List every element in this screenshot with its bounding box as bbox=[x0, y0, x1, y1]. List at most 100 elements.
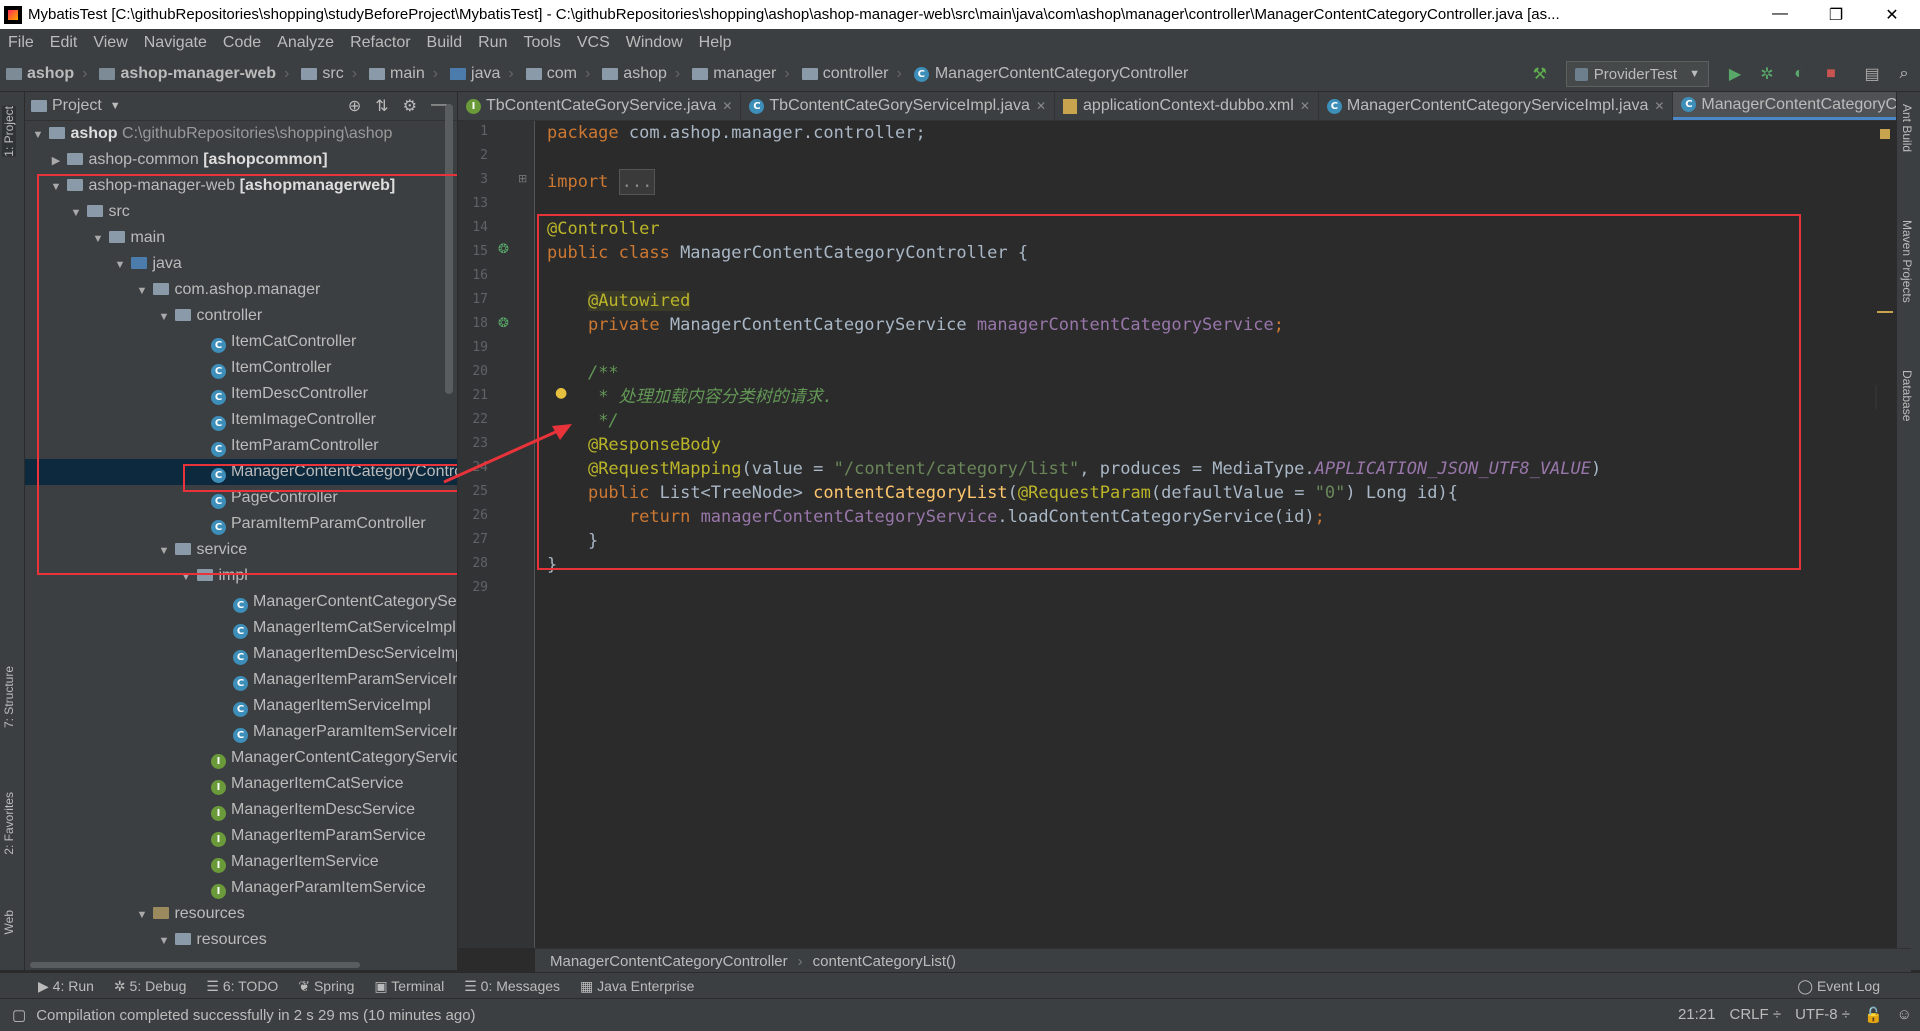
tool-run[interactable]: ▶ 4: Run bbox=[0, 978, 104, 995]
tree-item-class[interactable]: C ManagerItemServiceImpl bbox=[25, 693, 457, 719]
tree-item-interface[interactable]: I ManagerParamItemService bbox=[25, 875, 457, 901]
tab-project-tool[interactable]: 1: Project bbox=[2, 106, 16, 157]
collapse-all-icon[interactable]: ⇅ bbox=[375, 96, 388, 116]
project-view-select[interactable]: Project bbox=[52, 97, 102, 115]
crumb-java[interactable]: java › bbox=[444, 65, 520, 83]
expand-arrow-icon[interactable]: ▼ bbox=[31, 122, 45, 148]
editor-gutter[interactable]: 1 2 3 13 14 15 16 17 18 19 20 21 22 23 2… bbox=[458, 121, 535, 948]
tree-item-resources[interactable]: ▼ resources bbox=[25, 901, 457, 927]
spring-bean-icon[interactable]: ❂ bbox=[498, 242, 509, 257]
project-structure-icon[interactable]: ▤ bbox=[1861, 63, 1883, 85]
lock-icon[interactable]: 🔓 bbox=[1864, 1006, 1883, 1024]
crumb-manager[interactable]: manager › bbox=[686, 65, 795, 83]
tool-debug[interactable]: ✲ 5: Debug bbox=[104, 978, 196, 995]
crumb-com[interactable]: com › bbox=[520, 65, 597, 83]
menu-view[interactable]: View bbox=[85, 34, 135, 52]
crumb-ashop-pkg[interactable]: ashop › bbox=[596, 65, 686, 83]
menu-analyze[interactable]: Analyze bbox=[269, 34, 342, 52]
menu-file[interactable]: File bbox=[0, 34, 42, 52]
run-icon[interactable]: ▶ bbox=[1724, 63, 1746, 85]
tab-structure-tool[interactable]: 7: Structure bbox=[2, 666, 16, 728]
tool-messages[interactable]: ☰ 0: Messages bbox=[454, 978, 570, 995]
fold-plus-icon[interactable]: ⊞ bbox=[518, 172, 527, 185]
tab-managercontentcategorycontroller[interactable]: C ManagerContentCategoryController.java bbox=[1673, 92, 1896, 120]
tab-database[interactable]: Database bbox=[1900, 370, 1914, 421]
warning-marker-icon[interactable] bbox=[1880, 129, 1890, 139]
close-icon[interactable]: ✕ bbox=[1300, 99, 1310, 113]
locate-icon[interactable]: ⊕ bbox=[348, 96, 361, 116]
crumb-controller[interactable]: controller › bbox=[796, 65, 908, 83]
expand-arrow-icon[interactable]: ▼ bbox=[157, 928, 171, 954]
tree-item-class[interactable]: C ManagerContentCategoryServiceImpl bbox=[25, 589, 457, 615]
crumb-ashop-manager-web[interactable]: ashop-manager-web › bbox=[93, 65, 295, 83]
tree-item-ashop-common[interactable]: ▶ ashop-common [ashopcommon] bbox=[25, 147, 457, 173]
line-separator[interactable]: CRLF ÷ bbox=[1730, 1006, 1782, 1024]
tree-item-interface[interactable]: I ManagerItemParamService bbox=[25, 823, 457, 849]
breadcrumb-class[interactable]: ManagerContentCategoryController bbox=[550, 953, 788, 970]
tree-item-resources[interactable]: ▼ resources bbox=[25, 927, 457, 953]
menu-refactor[interactable]: Refactor bbox=[342, 34, 418, 52]
hammer-icon[interactable]: ⚒ bbox=[1529, 63, 1551, 85]
warning-line-marker[interactable] bbox=[1877, 311, 1893, 313]
tree-item-class[interactable]: C ManagerItemParamServiceImpl bbox=[25, 667, 457, 693]
tool-event-log[interactable]: ◯ Event Log bbox=[1787, 978, 1890, 995]
tab-favorites-tool[interactable]: 2: Favorites bbox=[2, 792, 16, 855]
tree-item-interface[interactable]: I ManagerContentCategoryService bbox=[25, 745, 457, 771]
tool-java-enterprise[interactable]: ▦ Java Enterprise bbox=[570, 978, 704, 995]
project-horizontal-scrollbar[interactable] bbox=[30, 962, 360, 968]
expand-arrow-icon[interactable]: ▼ bbox=[135, 902, 149, 928]
close-icon[interactable]: ✕ bbox=[1864, 5, 1920, 25]
close-icon[interactable]: ✕ bbox=[1036, 99, 1046, 113]
stop-icon[interactable]: ■ bbox=[1820, 63, 1842, 85]
tab-ant-build[interactable]: Ant Build bbox=[1900, 104, 1914, 152]
tree-item-class[interactable]: C ManagerParamItemServiceImpl bbox=[25, 719, 457, 745]
inspector-icon[interactable]: ☺ bbox=[1897, 1006, 1912, 1024]
tree-item-class[interactable]: C ManagerItemDescServiceImpl bbox=[25, 641, 457, 667]
crumb-class[interactable]: C ManagerContentCategoryController bbox=[908, 65, 1194, 83]
tree-item-ashop[interactable]: ▼ ashop C:\githubRepositories\shopping\a… bbox=[25, 121, 457, 147]
status-toggle-icon[interactable]: ▢ bbox=[12, 1006, 26, 1024]
folded-imports[interactable]: ... bbox=[618, 169, 656, 195]
menu-vcs[interactable]: VCS bbox=[569, 34, 618, 52]
coverage-icon[interactable]: ◐ bbox=[1788, 63, 1810, 85]
autowired-bean-icon[interactable]: ❂ bbox=[498, 316, 509, 331]
tab-tbcontentcategoryserviceimpl[interactable]: C TbContentCateGoryServiceImpl.java ✕ bbox=[741, 92, 1056, 120]
tree-item-interface[interactable]: I ManagerItemDescService bbox=[25, 797, 457, 823]
menu-window[interactable]: Window bbox=[618, 34, 691, 52]
chevron-down-icon[interactable]: ▼ bbox=[110, 100, 121, 112]
gear-icon[interactable]: ⚙ bbox=[403, 96, 417, 116]
minimize-icon[interactable]: — bbox=[1752, 5, 1808, 25]
menu-code[interactable]: Code bbox=[215, 34, 269, 52]
caret-position[interactable]: 21:21 bbox=[1678, 1006, 1716, 1024]
tree-item-interface[interactable]: I ManagerItemService bbox=[25, 849, 457, 875]
file-encoding[interactable]: UTF-8 ÷ bbox=[1795, 1006, 1850, 1024]
tab-applicationcontext-dubbo[interactable]: applicationContext-dubbo.xml ✕ bbox=[1055, 92, 1319, 120]
breadcrumb-method[interactable]: contentCategoryList() bbox=[813, 953, 956, 970]
menu-edit[interactable]: Edit bbox=[42, 34, 86, 52]
tab-managercontentcategoryserviceimpl[interactable]: C ManagerContentCategoryServiceImpl.java ✕ bbox=[1319, 92, 1674, 120]
restore-icon[interactable]: ❐ bbox=[1808, 5, 1864, 25]
tree-item-interface[interactable]: I ManagerItemCatService bbox=[25, 771, 457, 797]
tool-terminal[interactable]: ▣ Terminal bbox=[364, 978, 454, 995]
run-config-select[interactable]: ProviderTest ▼ bbox=[1565, 61, 1709, 87]
tool-spring[interactable]: ❦ Spring bbox=[288, 978, 364, 995]
tab-tbcontentcategoryservice[interactable]: I TbContentCateGoryService.java ✕ bbox=[458, 92, 742, 120]
close-icon[interactable]: ✕ bbox=[722, 99, 732, 113]
crumb-src[interactable]: src › bbox=[295, 65, 363, 83]
menu-run[interactable]: Run bbox=[470, 34, 515, 52]
menu-help[interactable]: Help bbox=[691, 34, 740, 52]
error-stripe[interactable] bbox=[1877, 121, 1895, 948]
menu-tools[interactable]: Tools bbox=[515, 34, 568, 52]
debug-icon[interactable]: ✲ bbox=[1756, 63, 1778, 85]
tree-item-class[interactable]: C ManagerItemCatServiceImpl bbox=[25, 615, 457, 641]
tab-web-tool[interactable]: Web bbox=[2, 910, 16, 934]
crumb-main[interactable]: main › bbox=[363, 65, 444, 83]
code-editor[interactable]: package com.ashop.manager.controller; im… bbox=[535, 121, 1875, 948]
tool-todo[interactable]: ☰ 6: TODO bbox=[196, 978, 288, 995]
menu-build[interactable]: Build bbox=[419, 34, 471, 52]
menu-navigate[interactable]: Navigate bbox=[136, 34, 215, 52]
search-icon[interactable]: ⌕ bbox=[1893, 63, 1915, 85]
collapse-arrow-icon[interactable]: ▶ bbox=[49, 148, 63, 174]
close-icon[interactable]: ✕ bbox=[1654, 99, 1664, 113]
tab-maven-projects[interactable]: Maven Projects bbox=[1900, 220, 1914, 303]
